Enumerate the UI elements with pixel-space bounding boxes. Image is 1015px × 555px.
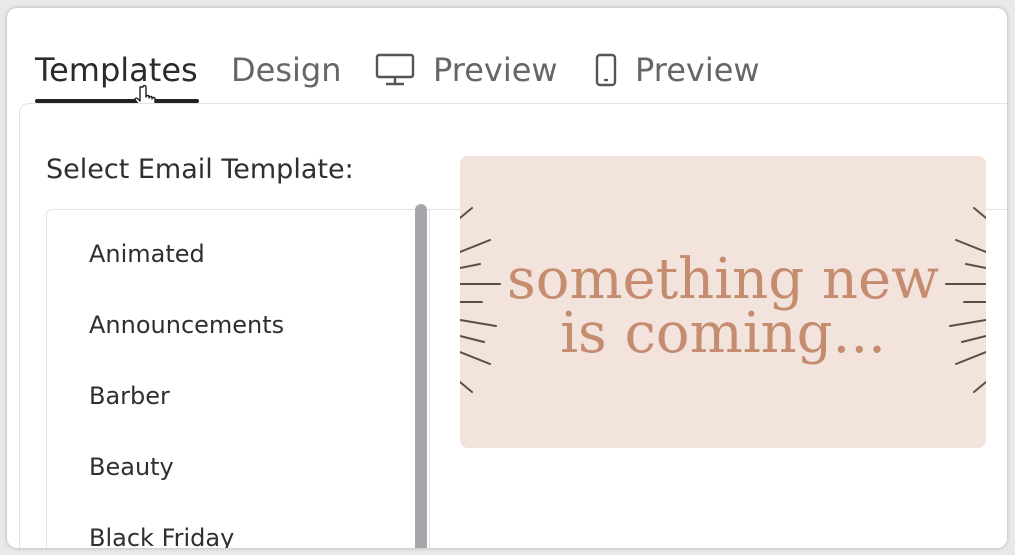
list-scrollbar[interactable] [415, 204, 427, 548]
tab-desktop-preview-label: Preview [433, 51, 558, 89]
banner-headline-line2: is coming... [560, 301, 886, 366]
section-title: Select Email Template: [46, 154, 354, 185]
list-item-animated[interactable]: Animated [89, 240, 205, 268]
list-item-beauty[interactable]: Beauty [89, 453, 174, 481]
template-preview-banner[interactable]: something new is coming... [460, 156, 986, 448]
tab-desktop-preview[interactable]: Preview [375, 48, 558, 108]
mobile-phone-icon [595, 53, 617, 98]
tab-mobile-preview[interactable]: Preview [595, 48, 760, 108]
tab-mobile-preview-label: Preview [635, 51, 760, 89]
list-item-barber[interactable]: Barber [89, 382, 170, 410]
tab-bar: Templates Design Preview Preview [7, 8, 1007, 114]
list-item-black-friday[interactable]: Black Friday [89, 524, 234, 548]
tab-design[interactable]: Design [231, 48, 341, 108]
tab-design-label: Design [231, 51, 342, 89]
desktop-monitor-icon [375, 53, 415, 98]
template-category-list[interactable]: Animated Announcements Barber Beauty Bla… [46, 209, 430, 548]
template-editor-window: Templates Design Preview Preview Select … [7, 8, 1007, 548]
list-item-announcements[interactable]: Announcements [89, 311, 284, 339]
banner-headline-line1: something new [506, 247, 940, 312]
tab-templates-label: Templates [35, 51, 198, 89]
